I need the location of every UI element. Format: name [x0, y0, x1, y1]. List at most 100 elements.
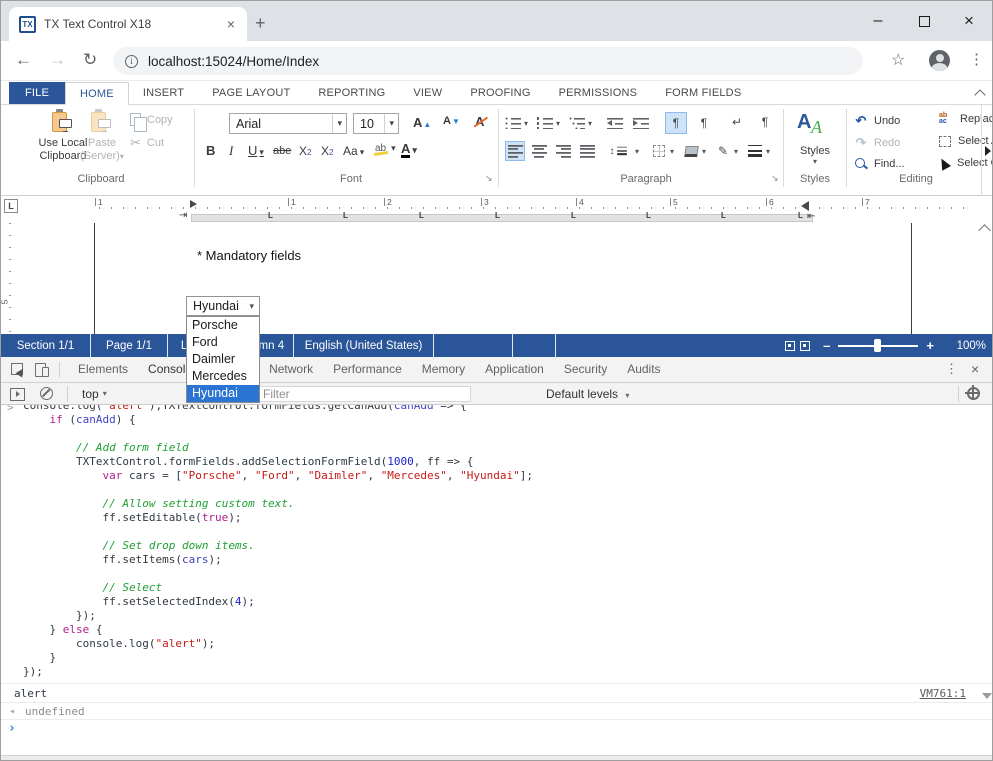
left-indent-marker[interactable]: ⇥	[179, 210, 187, 221]
ribbon-tab-home[interactable]: HOME	[65, 82, 129, 105]
clear-console-icon[interactable]	[40, 387, 53, 400]
styles-button[interactable]: A A	[797, 111, 831, 143]
break-button[interactable]: ↵	[727, 112, 747, 132]
right-indent-arrow[interactable]: ⇤	[807, 211, 815, 222]
tab-selector-box[interactable]: L	[4, 199, 18, 213]
devtools-tab-memory[interactable]: Memory	[412, 357, 475, 382]
ribbon-tab-permissions[interactable]: PERMISSIONS	[545, 82, 652, 104]
ruler-tab-stop[interactable]: L	[798, 211, 803, 220]
borders-dropdown-icon[interactable]: ▾	[670, 147, 674, 156]
change-case-button[interactable]: Aa▾	[343, 144, 364, 158]
shading-dropdown-icon[interactable]: ▾	[702, 147, 706, 156]
line-style-dropdown-icon[interactable]: ▾	[766, 147, 770, 156]
first-line-indent-marker[interactable]	[190, 200, 197, 208]
increase-indent-button[interactable]	[631, 113, 651, 133]
dropdown-item-daimler[interactable]: Daimler	[187, 351, 259, 368]
reload-icon[interactable]: ↻	[83, 50, 97, 70]
font-size-combo[interactable]: 10 ▾	[353, 113, 399, 134]
profile-avatar[interactable]	[929, 50, 950, 71]
paragraph-dialog-launcher[interactable]: ↘	[771, 173, 779, 184]
dropdown-item-ford[interactable]: Ford	[187, 334, 259, 351]
ruler-tab-stop[interactable]: L	[343, 211, 348, 220]
console-filter-input[interactable]	[257, 386, 471, 402]
dropdown-item-porsche[interactable]: Porsche	[187, 317, 259, 334]
address-bar[interactable]: i localhost:15024/Home/Index	[113, 47, 863, 75]
bullet-dropdown-icon[interactable]: ▾	[524, 119, 528, 128]
window-close-button[interactable]: ×	[954, 11, 984, 31]
form-field-dropdown[interactable]: Hyundai ▾	[186, 296, 260, 316]
ruler-tab-stop[interactable]: L	[495, 211, 500, 220]
numbered-dropdown-icon[interactable]: ▾	[556, 119, 560, 128]
page-info-icon[interactable]: i	[125, 55, 138, 68]
multilevel-list-button[interactable]	[567, 113, 587, 133]
font-color-dropdown-icon[interactable]: ▾	[412, 145, 417, 156]
ribbon-tab-form-fields[interactable]: FORM FIELDS	[651, 82, 755, 104]
justify-button[interactable]	[577, 141, 597, 161]
ruler-tab-stop[interactable]: L	[268, 211, 273, 220]
font-color-button[interactable]: A▾	[401, 143, 417, 158]
settings-gear-icon[interactable]	[967, 387, 980, 400]
url-text[interactable]: localhost:15024/Home/Index	[148, 54, 319, 69]
ltr-paragraph-button[interactable]: ¶	[665, 112, 687, 134]
line-style-button[interactable]	[745, 141, 765, 161]
bold-button[interactable]: B	[206, 143, 215, 158]
ruler-tab-stop[interactable]: L	[646, 211, 651, 220]
grow-font-button[interactable]: A▲	[413, 115, 431, 130]
bullet-list-button[interactable]	[503, 113, 523, 133]
inspect-element-icon[interactable]	[11, 363, 25, 376]
dropdown-item-hyundai[interactable]: Hyundai	[187, 385, 259, 402]
zoom-out-button[interactable]: –	[823, 338, 830, 353]
devtools-menu-icon[interactable]: ⋮	[945, 361, 958, 377]
highlight-color-button[interactable]: ab▾	[375, 143, 396, 154]
line-spacing-button[interactable]: ↕	[609, 141, 629, 161]
console-output[interactable]: > console.log('alert');TXTextControl.for…	[1, 405, 992, 755]
font-size-dropdown-icon[interactable]: ▾	[384, 114, 398, 133]
rtl-paragraph-button[interactable]: ¶	[693, 112, 715, 134]
border-pen-button[interactable]: ✎	[713, 141, 733, 161]
tab-close-icon[interactable]: ×	[225, 15, 237, 33]
ribbon-tab-insert[interactable]: INSERT	[129, 82, 198, 104]
log-levels-selector[interactable]: Default levels ▾	[546, 387, 629, 401]
devtools-tab-elements[interactable]: Elements	[68, 357, 138, 382]
browser-tab[interactable]: TX TX Text Control X18 ×	[9, 7, 247, 41]
formatting-marks-button[interactable]: ¶	[755, 112, 775, 132]
ribbon-tab-view[interactable]: VIEW	[399, 82, 456, 104]
context-selector[interactable]: top	[82, 387, 99, 401]
align-left-button[interactable]	[505, 141, 525, 161]
highlight-dropdown-icon[interactable]: ▾	[391, 143, 396, 154]
shading-button[interactable]	[681, 141, 701, 161]
styles-button-label[interactable]: Styles ▾	[787, 145, 843, 166]
ribbon-tab-file[interactable]: FILE	[9, 82, 65, 104]
find-button[interactable]: Find...	[853, 157, 905, 171]
new-tab-button[interactable]: +	[255, 13, 266, 34]
font-family-dropdown-icon[interactable]: ▾	[332, 114, 346, 133]
borders-button[interactable]	[649, 141, 669, 161]
multilevel-dropdown-icon[interactable]: ▾	[588, 119, 592, 128]
border-pen-dropdown-icon[interactable]: ▾	[734, 147, 738, 156]
undo-button[interactable]: ↶ Undo	[853, 113, 900, 129]
strikethrough-button[interactable]: abe	[273, 145, 291, 157]
console-prompt[interactable]: ›	[1, 720, 992, 740]
ribbon-tab-proofing[interactable]: PROOFING	[456, 82, 544, 104]
devtools-close-icon[interactable]: ×	[971, 361, 979, 377]
fit-page-icon[interactable]	[785, 341, 795, 351]
shrink-font-button[interactable]: A▼	[443, 115, 460, 127]
window-maximize-button[interactable]	[909, 11, 939, 31]
source-link[interactable]: VM761:1	[920, 684, 966, 703]
devtools-tab-security[interactable]: Security	[554, 357, 617, 382]
ruler-tab-stop[interactable]: L	[419, 211, 424, 220]
numbered-list-button[interactable]	[535, 113, 555, 133]
fit-width-icon[interactable]	[800, 341, 810, 351]
zoom-slider-thumb[interactable]	[874, 339, 881, 352]
font-dialog-launcher[interactable]: ↘	[485, 173, 493, 184]
device-toolbar-icon[interactable]	[35, 363, 49, 376]
console-sidebar-icon[interactable]	[10, 388, 24, 400]
zoom-slider[interactable]	[838, 345, 918, 347]
underline-button[interactable]: U▾	[248, 143, 264, 158]
subscript-button[interactable]: X2	[299, 144, 311, 158]
devtools-tab-application[interactable]: Application	[475, 357, 554, 382]
ribbon-scroll-right[interactable]	[981, 105, 993, 196]
italic-button[interactable]: I	[229, 143, 233, 159]
document-area[interactable]: 5 * Mandatory fields	[1, 223, 992, 334]
change-case-dropdown-icon[interactable]: ▾	[360, 147, 365, 158]
